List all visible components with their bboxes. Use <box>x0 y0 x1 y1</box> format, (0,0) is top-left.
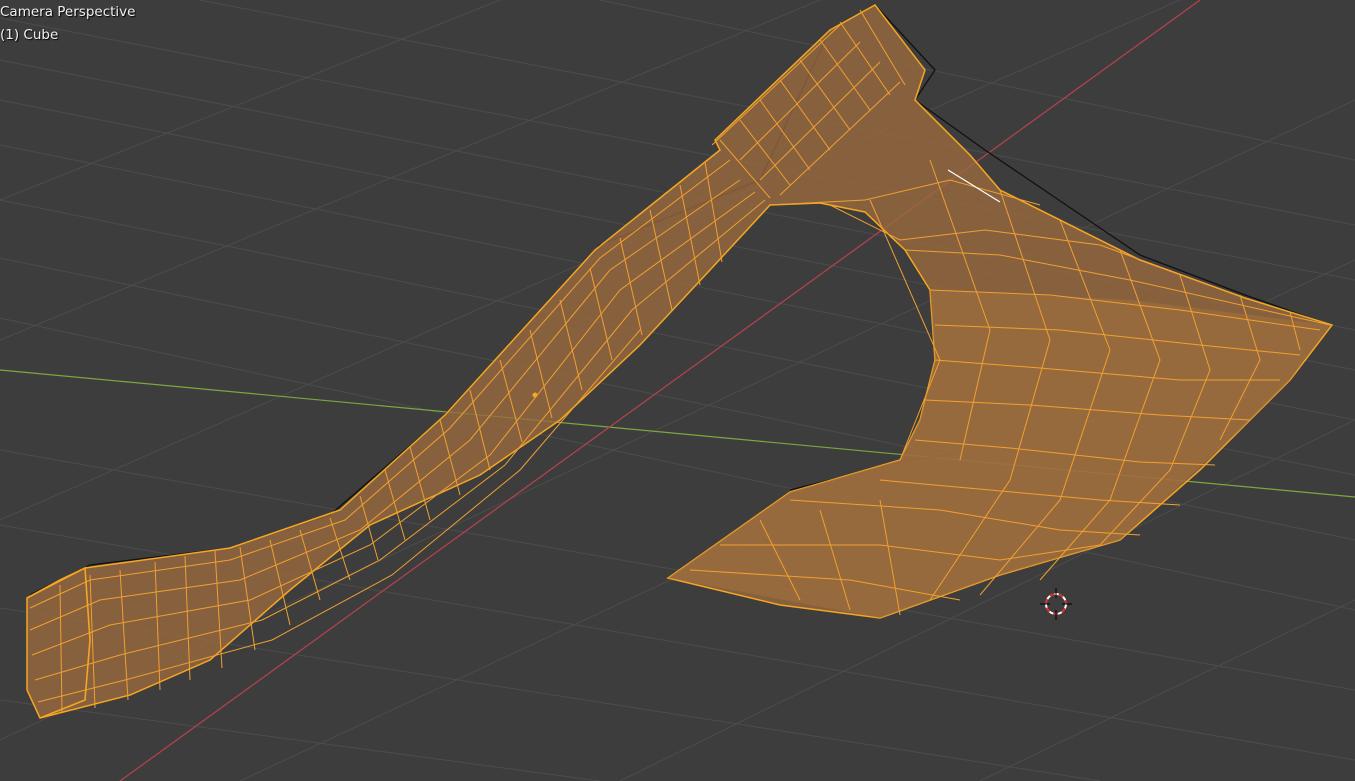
axe-mesh[interactable] <box>26 4 1334 719</box>
viewport-canvas[interactable] <box>0 0 1355 781</box>
active-object-label: (1) Cube <box>0 27 59 43</box>
view-name-label: Camera Perspective <box>0 4 136 20</box>
3d-viewport[interactable]: Camera Perspective (1) Cube <box>0 0 1355 781</box>
object-origin-icon <box>532 392 538 398</box>
3d-cursor-icon[interactable] <box>1040 588 1072 620</box>
